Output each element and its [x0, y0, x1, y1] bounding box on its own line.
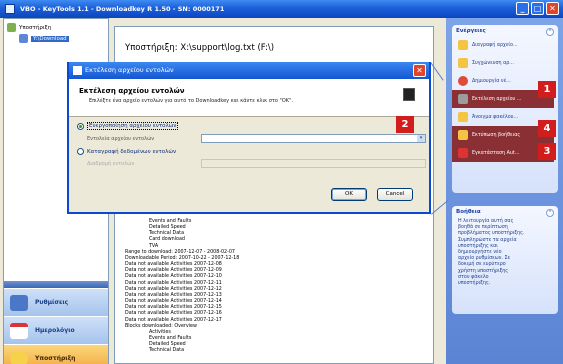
new-file-icon	[458, 76, 468, 86]
dialog-subheading: Επιλέξτε ένα αρχείο εντολών για αυτό το …	[89, 98, 293, 104]
log-text: Events and Faults Detailed Speed Technic…	[125, 219, 239, 354]
radio-enable-script[interactable]: Ενεργοποίηση αρχείου εντολών	[69, 122, 429, 130]
maximize-button[interactable]: □	[531, 2, 544, 15]
folder-tree: Υποστήριξη Y:\Download	[4, 19, 108, 47]
collapse-icon[interactable]: ⌃	[546, 28, 554, 36]
support-nav-icon	[10, 350, 28, 364]
delete-file-icon	[458, 40, 468, 50]
tree-node-download[interactable]: Y:\Download	[7, 33, 105, 44]
radio-button-icon	[77, 122, 84, 130]
command-path-label: Διαδρομή εντολών	[87, 160, 135, 167]
dialog-heading: Εκτέλεση αρχείου εντολών	[79, 87, 185, 95]
log-header: Υποστήριξη: X:\support\log.txt (F:\)	[125, 43, 275, 53]
actions-header[interactable]: Ενέργειες ⌃	[452, 25, 558, 36]
folder-icon	[458, 112, 468, 122]
app-icon	[5, 4, 15, 14]
action-item[interactable]: Διαγραφή αρχείο...	[452, 36, 558, 54]
actions-panel: Ενέργειες ⌃ Διαγραφή αρχείο... Συγχώνευση…	[452, 25, 558, 193]
callout-badge-4: 4	[538, 120, 556, 137]
log-line: Technical Data	[149, 348, 185, 354]
dialog-close-button[interactable]: ✕	[413, 64, 426, 77]
drive-icon	[19, 34, 28, 43]
print-icon	[458, 130, 468, 140]
nav-settings[interactable]: Ρυθμίσεις	[4, 288, 108, 316]
merge-icon	[458, 58, 468, 68]
settings-icon	[10, 294, 28, 311]
help-header[interactable]: Βοήθεια ⌃	[452, 206, 558, 217]
calendar-icon	[10, 322, 28, 339]
dialog-icon	[73, 66, 82, 75]
help-panel: Βοήθεια ⌃ Η λειτουργία αυτή σας βοηθά σε …	[452, 206, 558, 314]
computer-icon	[403, 88, 415, 101]
nav-support[interactable]: Υποστήριξη	[4, 344, 108, 364]
window-title: VBO - KeyTools 1.1 - Downloadkey R 1.50 …	[20, 5, 225, 13]
dialog-header: Εκτέλεση αρχείου εντολών Επιλέξτε ένα αρ…	[69, 79, 429, 117]
nav-calendar[interactable]: Ημερολόγιο	[4, 316, 108, 344]
radio-button-icon	[77, 148, 84, 155]
action-item[interactable]: Συγχώνευση αρ...	[452, 54, 558, 72]
chevron-down-icon[interactable]: ▾	[417, 135, 425, 142]
dialog-title-bar: Εκτέλεση αρχείου εντολών ✕	[69, 62, 429, 79]
command-path-input	[201, 159, 426, 168]
script-file-select[interactable]: ▾	[201, 134, 426, 143]
title-bar: VBO - KeyTools 1.1 - Downloadkey R 1.50 …	[0, 0, 563, 18]
cancel-button[interactable]: Cancel	[377, 188, 413, 201]
ok-button[interactable]: OK	[331, 188, 367, 201]
tree-node-root[interactable]: Υποστήριξη	[7, 22, 105, 33]
script-icon	[458, 94, 468, 104]
help-text: Η λειτουργία αυτή σας βοηθά σε περίπτωση…	[458, 219, 525, 287]
script-file-label: Εντολεία αρχείου εντολών	[87, 135, 155, 142]
collapse-icon[interactable]: ⌃	[546, 209, 554, 217]
install-icon	[458, 148, 468, 158]
close-button[interactable]: ✕	[546, 2, 559, 15]
radio-log-commands[interactable]: Καταγραφή δεδομένων εντολών	[69, 148, 429, 155]
support-icon	[7, 23, 16, 32]
nav-splitter[interactable]	[4, 281, 108, 288]
callout-badge-1: 1	[538, 81, 556, 98]
run-script-dialog: Εκτέλεση αρχείου εντολών ✕ Εκτέλεση αρχε…	[67, 62, 431, 214]
callout-badge-2: 2	[396, 116, 414, 133]
callout-badge-3: 3	[538, 143, 556, 160]
task-pane: Ενέργειες ⌃ Διαγραφή αρχείο... Συγχώνευση…	[446, 18, 563, 364]
minimize-button[interactable]: _	[516, 2, 529, 15]
